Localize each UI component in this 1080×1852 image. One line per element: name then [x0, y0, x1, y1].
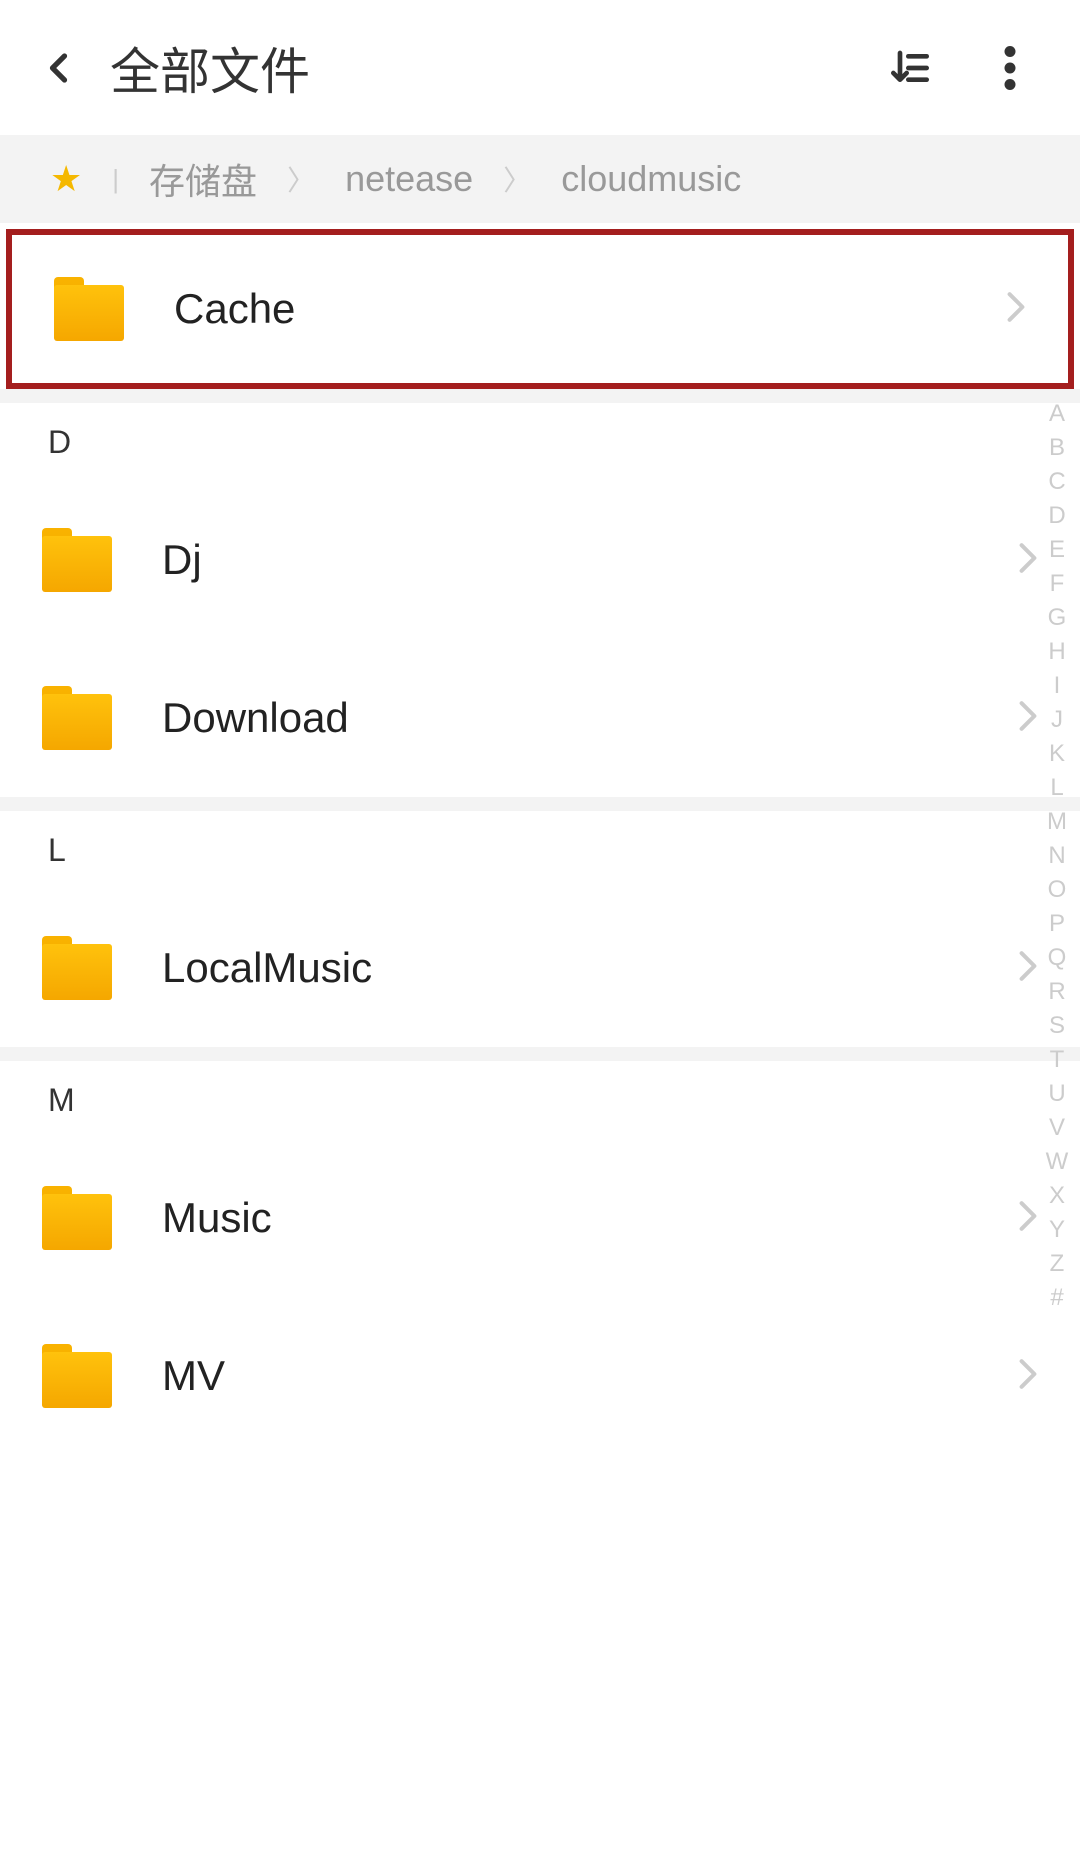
alpha-item[interactable]: P — [1042, 910, 1072, 938]
alpha-item[interactable]: D — [1042, 502, 1072, 530]
section-gap — [0, 1047, 1080, 1061]
back-button[interactable] — [30, 38, 90, 98]
header-actions — [880, 38, 1050, 98]
folder-row-localmusic[interactable]: LocalMusic — [0, 889, 1080, 1047]
breadcrumb-item-storage[interactable]: 存储盘 — [149, 153, 257, 205]
alpha-item[interactable]: F — [1042, 570, 1072, 598]
folder-name: Dj — [162, 536, 1018, 584]
more-button[interactable] — [980, 38, 1040, 98]
breadcrumb-item-cloudmusic[interactable]: cloudmusic — [561, 158, 741, 200]
alpha-item[interactable]: H — [1042, 638, 1072, 666]
folder-row-cache[interactable]: Cache — [12, 235, 1068, 383]
folder-name: Music — [162, 1194, 1018, 1242]
alpha-item[interactable]: Y — [1042, 1216, 1072, 1244]
page-title: 全部文件 — [110, 32, 880, 104]
folder-row-dj[interactable]: Dj — [0, 481, 1080, 639]
folder-icon — [42, 528, 112, 592]
alpha-item[interactable]: W — [1042, 1148, 1072, 1176]
breadcrumb-divider: | — [112, 164, 119, 195]
alpha-item[interactable]: K — [1042, 740, 1072, 768]
folder-row-music[interactable]: Music — [0, 1139, 1080, 1297]
folder-name: Cache — [174, 285, 1006, 333]
alpha-item[interactable]: X — [1042, 1182, 1072, 1210]
sort-icon — [890, 48, 930, 88]
alpha-index[interactable]: A B C D E F G H I J K L M N O P Q R S T … — [1042, 400, 1072, 1312]
folder-icon — [42, 936, 112, 1000]
alpha-item[interactable]: S — [1042, 1012, 1072, 1040]
folder-row-mv[interactable]: MV — [0, 1297, 1080, 1455]
alpha-item[interactable]: B — [1042, 434, 1072, 462]
alpha-item[interactable]: Q — [1042, 944, 1072, 972]
folder-name: Download — [162, 694, 1018, 742]
alpha-item[interactable]: L — [1042, 774, 1072, 802]
section-header-m: M — [0, 1061, 1080, 1139]
alpha-item[interactable]: Z — [1042, 1250, 1072, 1278]
chevron-right-icon — [1018, 950, 1038, 987]
alpha-item[interactable]: C — [1042, 468, 1072, 496]
section-gap — [0, 389, 1080, 403]
back-icon — [42, 44, 78, 92]
alpha-item[interactable]: U — [1042, 1080, 1072, 1108]
folder-icon — [42, 686, 112, 750]
chevron-right-icon — [1018, 542, 1038, 579]
folder-icon — [54, 277, 124, 341]
alpha-item[interactable]: G — [1042, 604, 1072, 632]
chevron-right-icon — [1018, 700, 1038, 737]
alpha-item[interactable]: N — [1042, 842, 1072, 870]
section-header-d: D — [0, 403, 1080, 481]
alpha-item[interactable]: J — [1042, 706, 1072, 734]
highlighted-folder-row: Cache — [6, 229, 1074, 389]
alpha-item[interactable]: E — [1042, 536, 1072, 564]
chevron-right-icon: 〉 — [287, 159, 315, 199]
alpha-item[interactable]: V — [1042, 1114, 1072, 1142]
header: 全部文件 — [0, 0, 1080, 135]
alpha-item[interactable]: R — [1042, 978, 1072, 1006]
chevron-right-icon — [1018, 1200, 1038, 1237]
breadcrumb: ★ | 存储盘 〉 netease 〉 cloudmusic — [0, 135, 1080, 223]
folder-icon — [42, 1186, 112, 1250]
alpha-item[interactable]: A — [1042, 400, 1072, 428]
section-gap — [0, 797, 1080, 811]
folder-icon — [42, 1344, 112, 1408]
alpha-item[interactable]: T — [1042, 1046, 1072, 1074]
folder-name: MV — [162, 1352, 1018, 1400]
folder-name: LocalMusic — [162, 944, 1018, 992]
more-vertical-icon — [1004, 46, 1016, 90]
chevron-right-icon — [1006, 291, 1026, 328]
alpha-item[interactable]: # — [1042, 1284, 1072, 1312]
breadcrumb-item-netease[interactable]: netease — [345, 158, 473, 200]
section-header-l: L — [0, 811, 1080, 889]
alpha-item[interactable]: M — [1042, 808, 1072, 836]
star-icon[interactable]: ★ — [50, 158, 82, 200]
alpha-item[interactable]: O — [1042, 876, 1072, 904]
folder-row-download[interactable]: Download — [0, 639, 1080, 797]
sort-button[interactable] — [880, 38, 940, 98]
chevron-right-icon: 〉 — [503, 159, 531, 199]
alpha-item[interactable]: I — [1042, 672, 1072, 700]
chevron-right-icon — [1018, 1358, 1038, 1395]
